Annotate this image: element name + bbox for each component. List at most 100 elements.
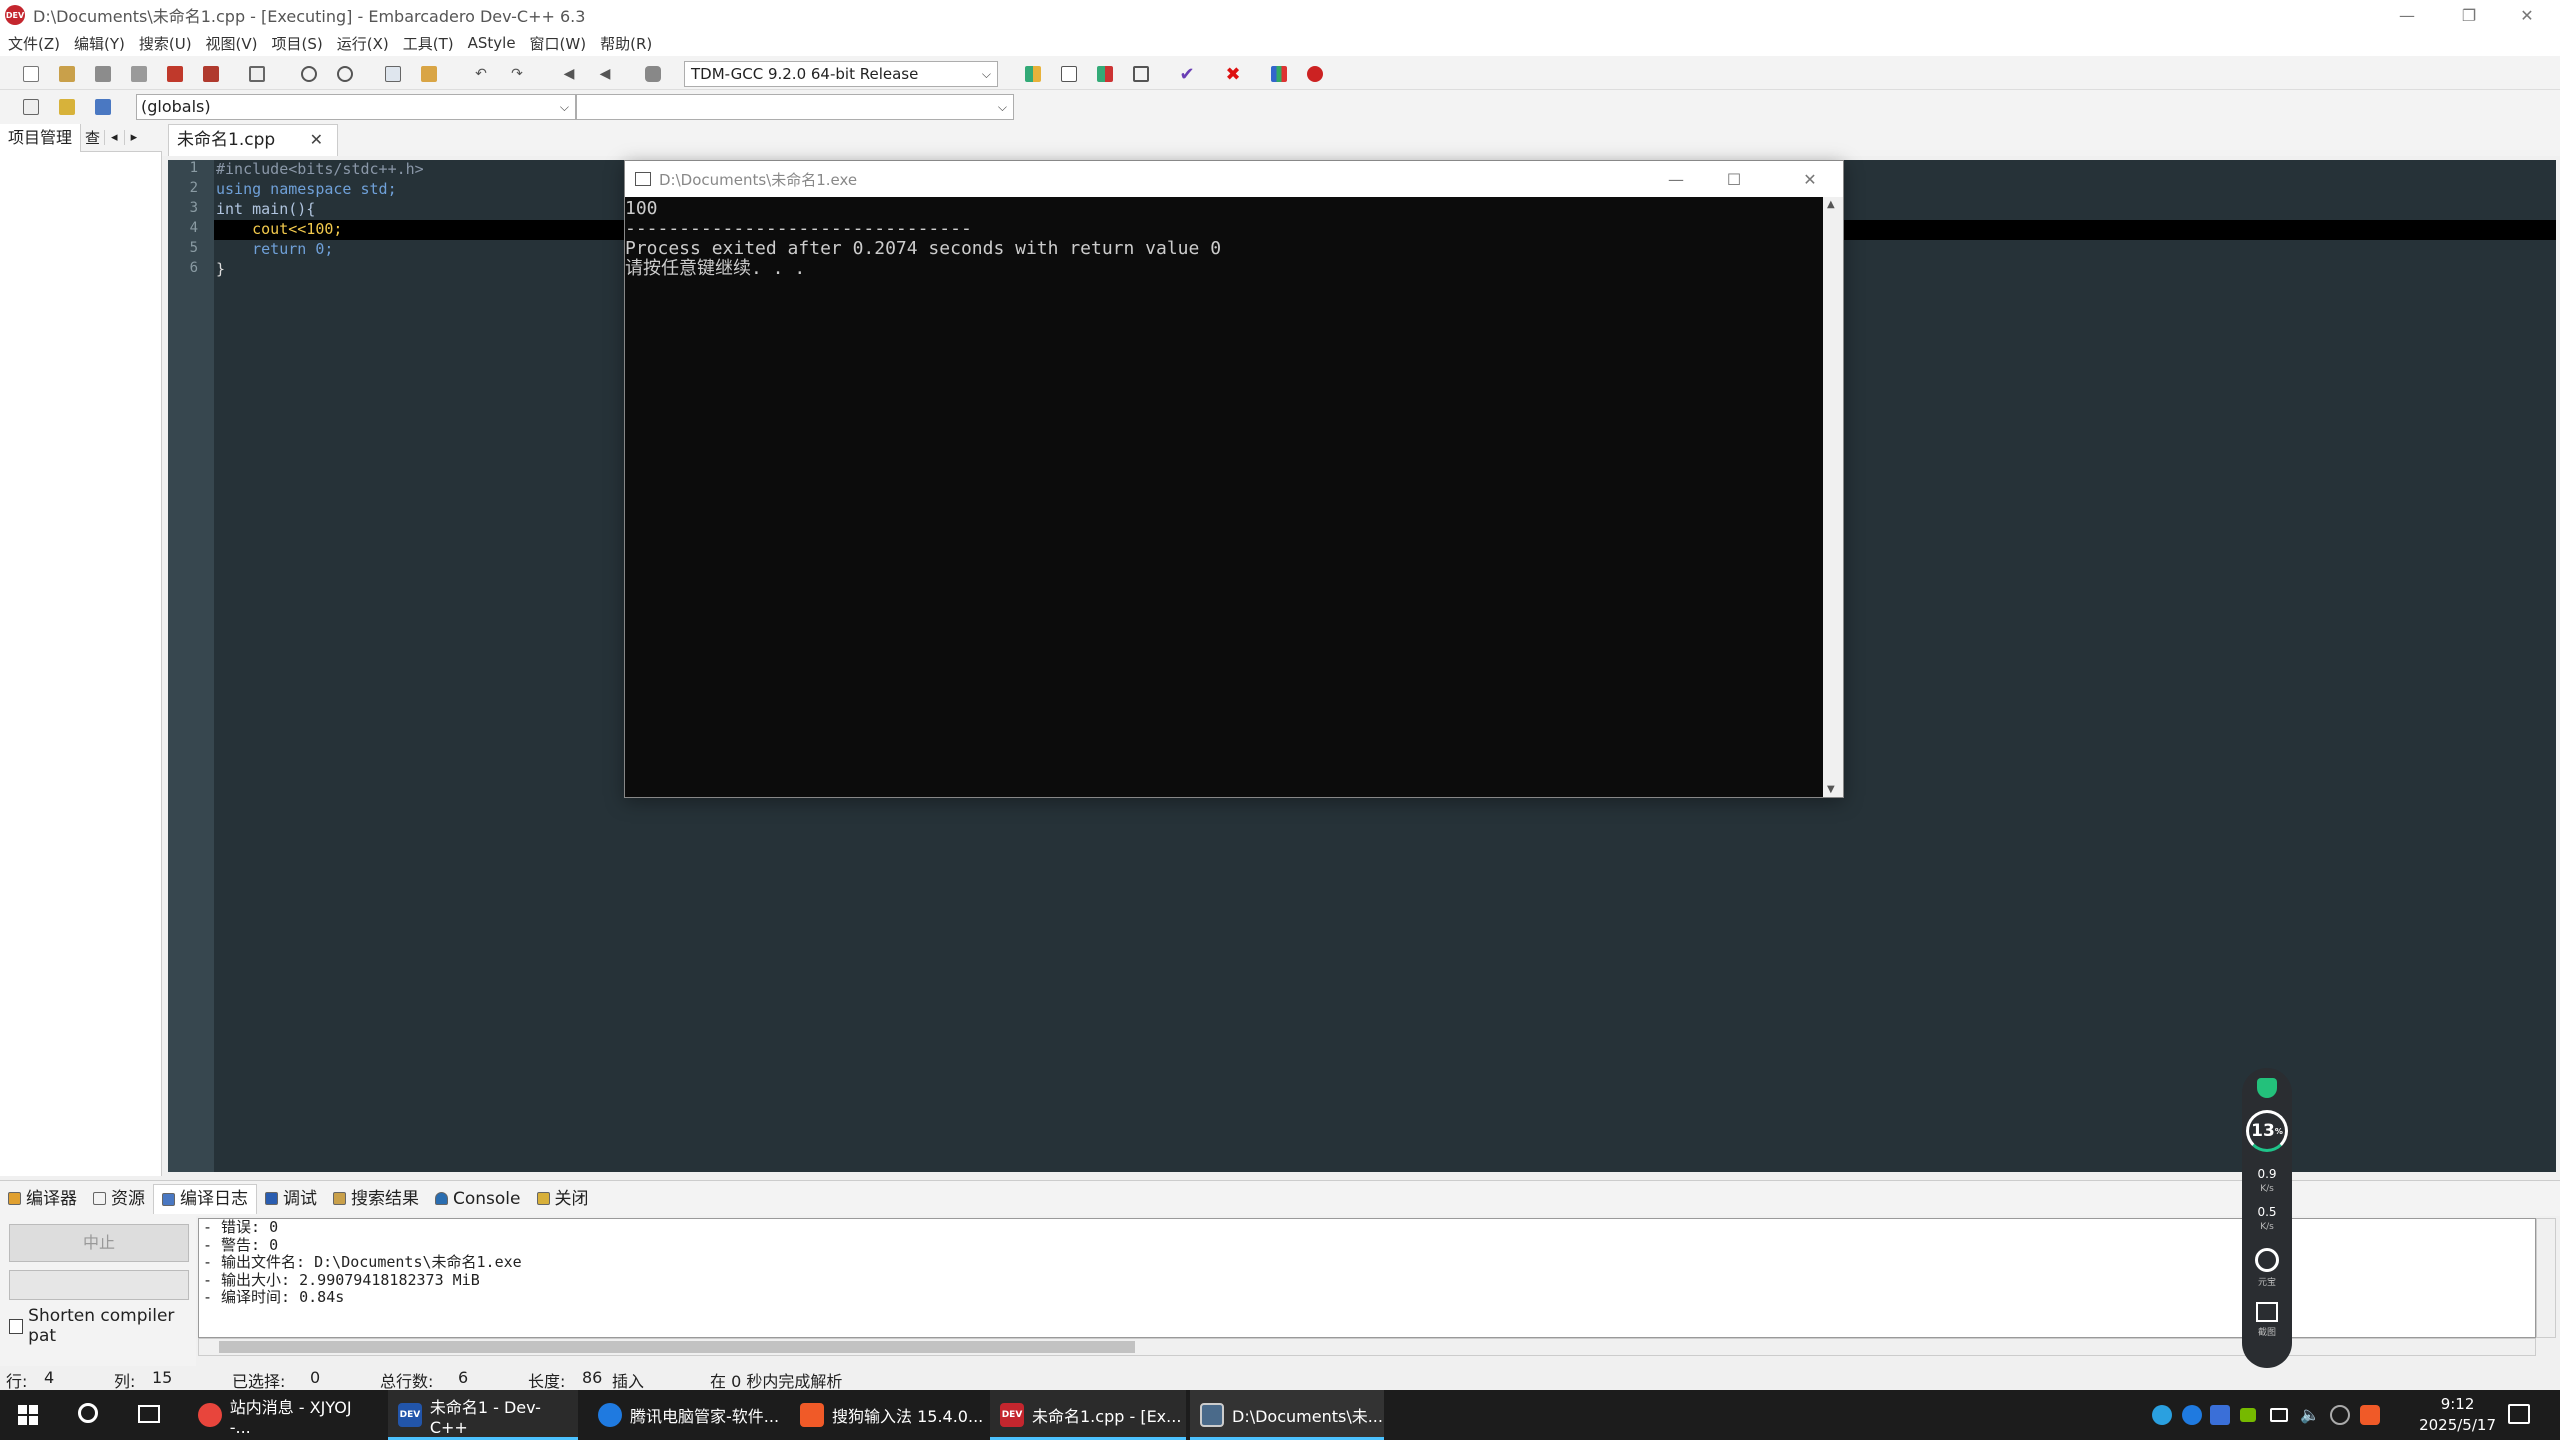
taskbar-devcpp-2[interactable]: DEV 未命名1.cpp - [Ex... xyxy=(990,1390,1186,1440)
yuanbao-button[interactable]: 元宝 xyxy=(2242,1248,2292,1290)
maximize-button[interactable]: ❐ xyxy=(2440,0,2498,30)
menu-edit[interactable]: 编辑(Y) xyxy=(74,33,125,54)
goto-declaration-icon[interactable] xyxy=(56,96,78,118)
scrollbar-thumb[interactable] xyxy=(219,1341,1135,1353)
system-monitor-widget[interactable]: 13% 0.9 K/s 0.5 K/s 元宝 截图 xyxy=(2242,1068,2292,1368)
taskbar-chrome[interactable]: 站内消息 - XJYOJ -... xyxy=(188,1390,376,1440)
redo-icon[interactable]: ↷ xyxy=(506,63,528,85)
menu-astyle[interactable]: AStyle xyxy=(468,34,516,52)
editor-file-tab[interactable]: 未命名1.cpp ✕ xyxy=(168,124,338,156)
tray-app-icon[interactable] xyxy=(2152,1405,2172,1425)
console-output[interactable]: 100 -------------------------------- Pro… xyxy=(625,197,1823,797)
run-icon[interactable] xyxy=(1058,63,1080,85)
new-file-icon[interactable] xyxy=(20,63,42,85)
tab-second[interactable]: 查 xyxy=(81,127,104,148)
close-button[interactable]: ✕ xyxy=(2498,0,2556,30)
save-all-icon[interactable] xyxy=(128,63,150,85)
menu-search[interactable]: 搜索(U) xyxy=(139,33,192,54)
rebuild-icon[interactable] xyxy=(1130,63,1152,85)
checkbox-box[interactable] xyxy=(9,1318,24,1334)
tab-resources[interactable]: 资源 xyxy=(85,1184,153,1214)
tab-console[interactable]: Console xyxy=(427,1184,529,1214)
tray-volume-icon[interactable]: 🔈 xyxy=(2300,1405,2320,1425)
tab-debug[interactable]: 调试 xyxy=(257,1184,325,1214)
close-file-icon[interactable] xyxy=(164,63,186,85)
tab-label: 调试 xyxy=(283,1188,317,1209)
menu-project[interactable]: 项目(S) xyxy=(272,33,323,54)
tab-nav-right-icon[interactable]: ▸ xyxy=(123,130,144,145)
compile-log-output[interactable]: - 错误: 0 - 警告: 0 - 输出文件名: D:\Documents\未命… xyxy=(198,1218,2536,1338)
menu-window[interactable]: 窗口(W) xyxy=(530,33,587,54)
tab-close[interactable]: 关闭 xyxy=(529,1184,597,1214)
console-minimize-button[interactable]: — xyxy=(1647,161,1705,197)
scroll-up-icon[interactable]: ▲ xyxy=(1827,199,1835,210)
open-file-icon[interactable] xyxy=(56,63,78,85)
undo-icon[interactable]: ↶ xyxy=(470,63,492,85)
minimize-button[interactable]: — xyxy=(2378,0,2436,30)
notification-icon[interactable] xyxy=(2508,1404,2530,1424)
taskbar-clock[interactable]: 9:12 2025/5/17 xyxy=(2419,1394,2496,1436)
replace-icon[interactable] xyxy=(334,63,356,85)
bookmark-prev-icon[interactable]: ◀ xyxy=(558,63,580,85)
taskbar-tencent[interactable]: 腾讯电脑管家-软件... xyxy=(588,1390,788,1440)
console-close-button[interactable]: ✕ xyxy=(1781,161,1839,197)
compiler-select[interactable]: TDM-GCC 9.2.0 64-bit Release ⌵ xyxy=(684,61,998,87)
tray-network-icon[interactable] xyxy=(2270,1408,2288,1422)
cpu-usage-ring[interactable]: 13% xyxy=(2246,1110,2288,1152)
menu-run[interactable]: 运行(X) xyxy=(337,33,389,54)
menu-file[interactable]: 文件(Z) xyxy=(8,33,60,54)
find-icon[interactable] xyxy=(298,63,320,85)
start-windows-icon[interactable] xyxy=(18,1405,38,1425)
menu-tools[interactable]: 工具(T) xyxy=(403,33,454,54)
check-syntax-icon[interactable]: ✔ xyxy=(1176,63,1198,85)
stop-execution-icon[interactable]: ✖ xyxy=(1222,63,1244,85)
profile-icon[interactable] xyxy=(1268,63,1290,85)
tab-nav-left-icon[interactable]: ◂ xyxy=(104,130,124,145)
screenshot-button[interactable]: 截图 xyxy=(2242,1302,2292,1340)
console-title-bar[interactable]: D:\Documents\未命名1.exe — ☐ ✕ xyxy=(625,161,1843,197)
console-scrollbar[interactable]: ▲ ▼ xyxy=(1823,197,1843,797)
members-select[interactable]: ⌵ xyxy=(576,94,1014,120)
scope-select[interactable]: (globals) ⌵ xyxy=(136,94,576,120)
goto-definition-icon[interactable] xyxy=(92,96,114,118)
tray-shield-icon[interactable] xyxy=(2210,1405,2230,1425)
compile-icon[interactable] xyxy=(1022,63,1044,85)
menu-view[interactable]: 视图(V) xyxy=(206,33,258,54)
tray-mute-icon[interactable] xyxy=(2330,1405,2350,1425)
tab-compiler[interactable]: 编译器 xyxy=(0,1184,85,1214)
insert-icon[interactable] xyxy=(20,96,42,118)
print-icon[interactable] xyxy=(246,63,268,85)
debug-icon[interactable] xyxy=(1304,63,1326,85)
console-maximize-button[interactable]: ☐ xyxy=(1705,161,1763,197)
search-icon[interactable] xyxy=(78,1403,98,1423)
close-icon[interactable]: ✕ xyxy=(310,125,323,155)
tab-compile-log[interactable]: 编译日志 xyxy=(153,1183,257,1214)
tray-nvidia-icon[interactable] xyxy=(2240,1408,2256,1422)
task-view-icon[interactable] xyxy=(138,1405,160,1423)
shield-icon[interactable] xyxy=(2257,1078,2277,1098)
scroll-down-icon[interactable]: ▼ xyxy=(1827,784,1835,795)
tab-project-manager[interactable]: 项目管理 xyxy=(0,123,82,152)
save-icon[interactable] xyxy=(92,63,114,85)
tab-label: Console xyxy=(453,1188,521,1209)
bookmark-next-icon[interactable]: ◀ xyxy=(594,63,616,85)
shorten-compiler-paths-checkbox[interactable]: Shorten compiler pat xyxy=(9,1306,196,1346)
close-all-icon[interactable] xyxy=(200,63,222,85)
compile-log-vertical-scrollbar[interactable] xyxy=(2536,1218,2556,1338)
tray-tencent-icon[interactable] xyxy=(2182,1405,2202,1425)
tray-sogou-icon[interactable] xyxy=(2360,1405,2380,1425)
tab-search-results[interactable]: 搜索结果 xyxy=(325,1184,427,1214)
taskbar-sogou[interactable]: 搜狗输入法 15.4.0... xyxy=(790,1390,988,1440)
compile-run-icon[interactable] xyxy=(1094,63,1116,85)
menu-help[interactable]: 帮助(R) xyxy=(600,33,652,54)
taskbar-devcpp-1[interactable]: DEV 未命名1 - Dev-C++ xyxy=(388,1390,578,1440)
taskbar-console[interactable]: D:\Documents\未... xyxy=(1190,1390,1384,1440)
line-number: 2 xyxy=(189,180,198,196)
line-number: 6 xyxy=(189,260,198,276)
goto-line-icon[interactable] xyxy=(382,63,404,85)
indent-icon[interactable] xyxy=(418,63,440,85)
toggle-bookmark-icon[interactable] xyxy=(642,63,664,85)
compile-log-horizontal-scrollbar[interactable] xyxy=(198,1338,2536,1356)
console-window[interactable]: D:\Documents\未命名1.exe — ☐ ✕ 100 --------… xyxy=(624,160,1844,798)
stop-compile-button[interactable]: 中止 xyxy=(9,1224,189,1262)
